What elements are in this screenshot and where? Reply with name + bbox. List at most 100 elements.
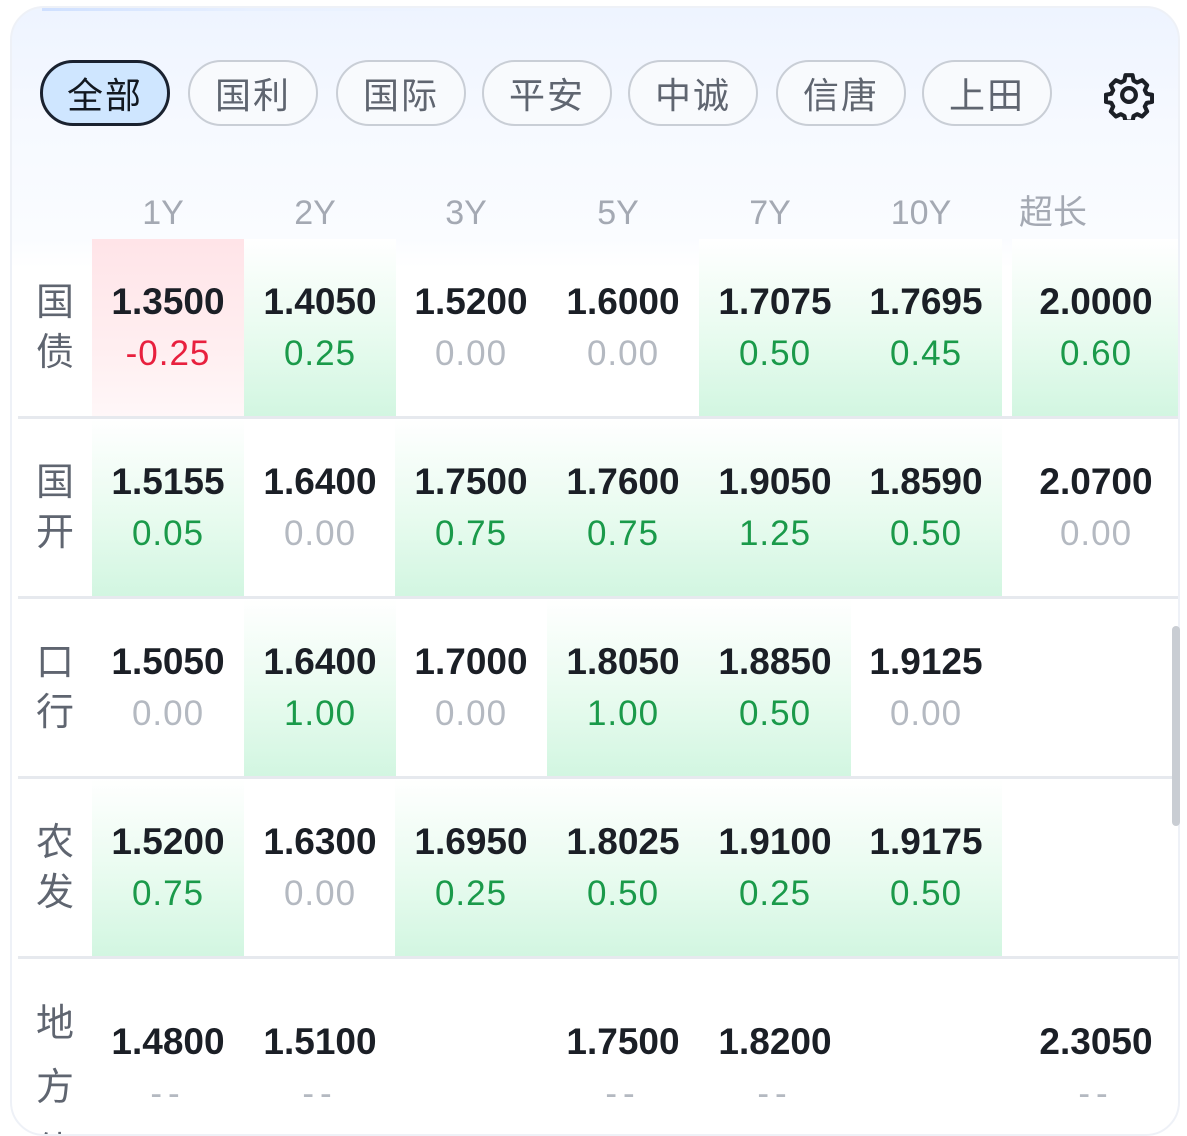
rate-cell[interactable]: 1.70750.50 bbox=[699, 239, 851, 416]
change-value: 0.50 bbox=[739, 328, 811, 380]
rate-cell[interactable]: 1.70000.00 bbox=[395, 599, 547, 776]
scrollbar[interactable] bbox=[1172, 626, 1180, 826]
change-value: 0.05 bbox=[132, 508, 204, 560]
yield-panel: 全部国利国际平安中诚信唐上田 1Y2Y3Y5Y7Y10Y超长 国债1.3500-… bbox=[10, 6, 1180, 1136]
rate-value: 1.9050 bbox=[718, 456, 831, 508]
row-label-char: 国 bbox=[36, 278, 74, 328]
rate-value: 1.8050 bbox=[566, 636, 679, 688]
rate-cell[interactable]: 1.63000.00 bbox=[244, 779, 396, 956]
tab-5[interactable]: 信唐 bbox=[776, 60, 906, 126]
rate-cell[interactable]: 1.90501.25 bbox=[699, 419, 851, 596]
rate-value: 1.6950 bbox=[414, 816, 527, 868]
rate-cell[interactable]: 1.75000.75 bbox=[395, 419, 547, 596]
change-value: -- bbox=[1078, 1068, 1113, 1120]
rate-cell[interactable]: 2.00000.60 bbox=[1012, 239, 1180, 416]
rate-value: 1.5200 bbox=[111, 816, 224, 868]
row-label-char: 口 bbox=[36, 638, 74, 688]
rate-cell[interactable]: 1.4800-- bbox=[92, 959, 244, 1136]
change-value: -- bbox=[150, 1068, 185, 1120]
rate-cell[interactable]: 1.80501.00 bbox=[547, 599, 699, 776]
table-row: 地方债1.4800--1.5100--1.7500--1.8200--2.305… bbox=[18, 959, 1180, 1136]
change-value: -- bbox=[605, 1068, 640, 1120]
rate-value: 1.6400 bbox=[263, 456, 376, 508]
change-value: 0.25 bbox=[435, 868, 507, 920]
row-label: 国债 bbox=[18, 239, 92, 416]
change-value: 0.00 bbox=[1060, 508, 1132, 560]
rate-cell[interactable]: 1.5100-- bbox=[244, 959, 396, 1136]
rate-value: 1.6000 bbox=[566, 276, 679, 328]
gear-icon[interactable] bbox=[1104, 70, 1154, 120]
rate-cell[interactable]: 2.3050-- bbox=[1012, 959, 1180, 1136]
column-header-2: 3Y bbox=[390, 188, 542, 238]
change-value: 0.50 bbox=[890, 508, 962, 560]
tab-6[interactable]: 上田 bbox=[922, 60, 1052, 126]
change-value: 0.00 bbox=[587, 328, 659, 380]
rate-value: 1.9175 bbox=[869, 816, 982, 868]
rate-value: 2.0700 bbox=[1039, 456, 1152, 508]
rate-value: 1.3500 bbox=[111, 276, 224, 328]
rate-value: 1.5050 bbox=[111, 636, 224, 688]
rate-cell[interactable]: 1.76950.45 bbox=[850, 239, 1002, 416]
rate-cell[interactable]: 1.64000.00 bbox=[244, 419, 396, 596]
tab-1[interactable]: 国利 bbox=[188, 60, 318, 126]
rate-cell[interactable]: 1.3500-0.25 bbox=[92, 239, 244, 416]
change-value: 0.50 bbox=[739, 688, 811, 740]
table-row: 国债1.3500-0.251.40500.251.52000.001.60000… bbox=[18, 239, 1180, 419]
change-value: 1.00 bbox=[284, 688, 356, 740]
rate-cell[interactable]: 1.50500.00 bbox=[92, 599, 244, 776]
tab-4[interactable]: 中诚 bbox=[628, 60, 758, 126]
row-label: 国开 bbox=[18, 419, 92, 596]
tab-2[interactable]: 国际 bbox=[336, 60, 466, 126]
rate-value: 1.8200 bbox=[718, 1016, 831, 1068]
rate-value: 1.7500 bbox=[414, 456, 527, 508]
rate-cell[interactable]: 1.85900.50 bbox=[850, 419, 1002, 596]
rate-cell[interactable]: 1.52000.75 bbox=[92, 779, 244, 956]
rate-cell[interactable]: 1.91000.25 bbox=[699, 779, 851, 956]
change-value: -- bbox=[757, 1068, 792, 1120]
rate-cell[interactable]: 1.8200-- bbox=[699, 959, 851, 1136]
rate-cell[interactable]: 1.69500.25 bbox=[395, 779, 547, 956]
rate-cell[interactable]: 1.60000.00 bbox=[547, 239, 699, 416]
change-value: 0.00 bbox=[435, 328, 507, 380]
table-row: 农发1.52000.751.63000.001.69500.251.80250.… bbox=[18, 779, 1180, 959]
rate-cell[interactable]: 1.64001.00 bbox=[244, 599, 396, 776]
tab-0[interactable]: 全部 bbox=[40, 60, 170, 126]
change-value: 0.45 bbox=[890, 328, 962, 380]
change-value: 0.50 bbox=[587, 868, 659, 920]
rate-cell[interactable]: 1.80250.50 bbox=[547, 779, 699, 956]
change-value: 0.00 bbox=[284, 508, 356, 560]
rate-cell[interactable]: 1.91750.50 bbox=[850, 779, 1002, 956]
rate-cell[interactable]: 2.07000.00 bbox=[1012, 419, 1180, 596]
change-value: 0.75 bbox=[587, 508, 659, 560]
rate-value: 2.3050 bbox=[1039, 1016, 1152, 1068]
rate-value: 1.7600 bbox=[566, 456, 679, 508]
tab-3[interactable]: 平安 bbox=[482, 60, 612, 126]
rate-cell[interactable]: 1.51550.05 bbox=[92, 419, 244, 596]
row-label-char: 行 bbox=[36, 688, 74, 738]
rate-value: 1.6400 bbox=[263, 636, 376, 688]
change-value: 1.25 bbox=[739, 508, 811, 560]
column-header-1: 2Y bbox=[239, 188, 391, 238]
rate-cell[interactable]: 1.7500-- bbox=[547, 959, 699, 1136]
row-label-char: 开 bbox=[36, 508, 74, 558]
change-value: 0.00 bbox=[890, 688, 962, 740]
change-value: 1.00 bbox=[587, 688, 659, 740]
rate-cell[interactable]: 1.52000.00 bbox=[395, 239, 547, 416]
rate-cell[interactable]: 1.88500.50 bbox=[699, 599, 851, 776]
change-value: 0.75 bbox=[435, 508, 507, 560]
table-row: 国开1.51550.051.64000.001.75000.751.76000.… bbox=[18, 419, 1180, 599]
rate-value: 1.5100 bbox=[263, 1016, 376, 1068]
rate-value: 1.5155 bbox=[111, 456, 224, 508]
rate-value: 1.7695 bbox=[869, 276, 982, 328]
row-label: 口行 bbox=[18, 599, 92, 776]
rate-value: 1.5200 bbox=[414, 276, 527, 328]
rate-cell[interactable]: 1.40500.25 bbox=[244, 239, 396, 416]
row-label-char: 债 bbox=[36, 1120, 74, 1136]
rate-value: 2.0000 bbox=[1039, 276, 1152, 328]
rate-cell bbox=[395, 959, 547, 1136]
row-label: 农发 bbox=[18, 779, 92, 956]
rate-value: 1.8590 bbox=[869, 456, 982, 508]
rate-cell[interactable]: 1.76000.75 bbox=[547, 419, 699, 596]
rate-cell[interactable]: 1.91250.00 bbox=[850, 599, 1002, 776]
table-row: 口行1.50500.001.64001.001.70000.001.80501.… bbox=[18, 599, 1180, 779]
